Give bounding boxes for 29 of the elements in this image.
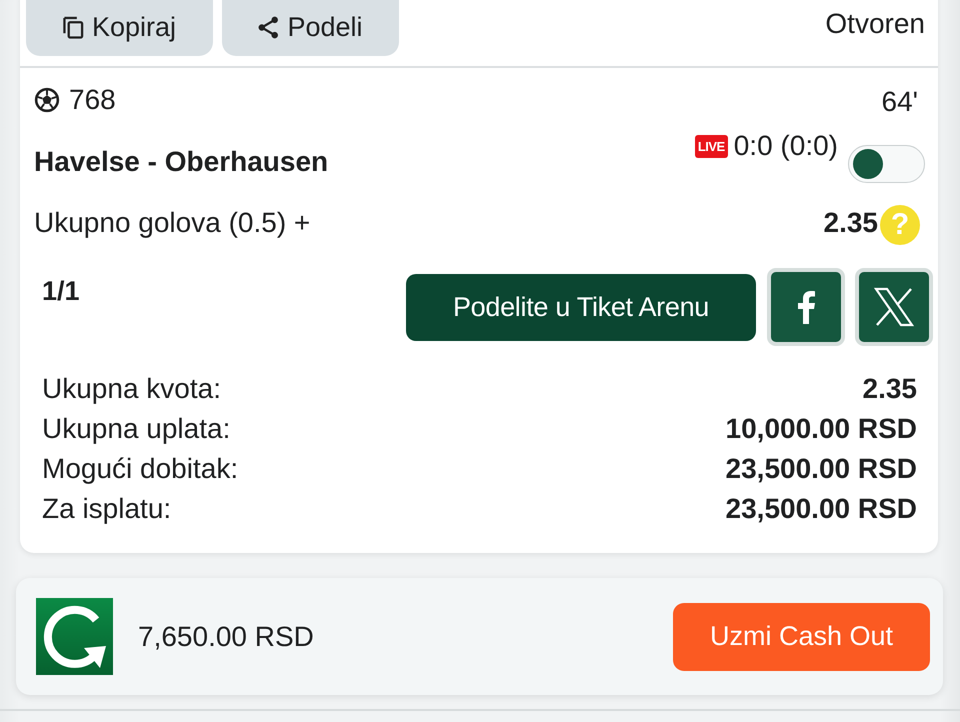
- facebook-button[interactable]: [767, 268, 845, 346]
- share-button[interactable]: Podeli: [222, 0, 399, 56]
- live-badge: LIVE: [694, 134, 728, 158]
- odds-value: 2.35: [824, 207, 878, 239]
- cash-out-amount: 7,650.00 RSD: [138, 620, 314, 652]
- match-minute: 64': [882, 86, 918, 118]
- soccer-ball-icon: [34, 87, 60, 113]
- share-icon: [258, 16, 280, 38]
- summary-label: Ukupna kvota:: [42, 373, 221, 405]
- toggle-switch[interactable]: [848, 145, 925, 183]
- match-code: 768: [69, 84, 116, 116]
- summary-value: 23,500.00 RSD: [726, 493, 917, 525]
- market-name: Ukupno golova (0.5) +: [34, 207, 310, 239]
- x-share-button[interactable]: [855, 268, 933, 346]
- ticket-status: Otvoren: [825, 8, 925, 40]
- x-logo-icon: [874, 287, 914, 327]
- copy-button[interactable]: Kopiraj: [26, 0, 213, 56]
- match-teams: Havelse - Oberhausen: [34, 146, 328, 178]
- bet-count: 1/1: [42, 276, 80, 307]
- match-score: 0:0 (0:0): [734, 130, 838, 162]
- summary-value: 23,500.00 RSD: [726, 453, 917, 485]
- summary-label: Mogući dobitak:: [42, 453, 238, 485]
- summary-value: 10,000.00 RSD: [726, 413, 917, 445]
- summary-value: 2.35: [862, 373, 917, 405]
- copy-icon: [62, 16, 84, 38]
- summary-label: Ukupna uplata:: [42, 413, 230, 445]
- summary-label: Za isplatu:: [42, 493, 172, 525]
- facebook-icon: [796, 290, 816, 324]
- share-arena-button[interactable]: Podelite u Tiket Arenu: [406, 274, 756, 340]
